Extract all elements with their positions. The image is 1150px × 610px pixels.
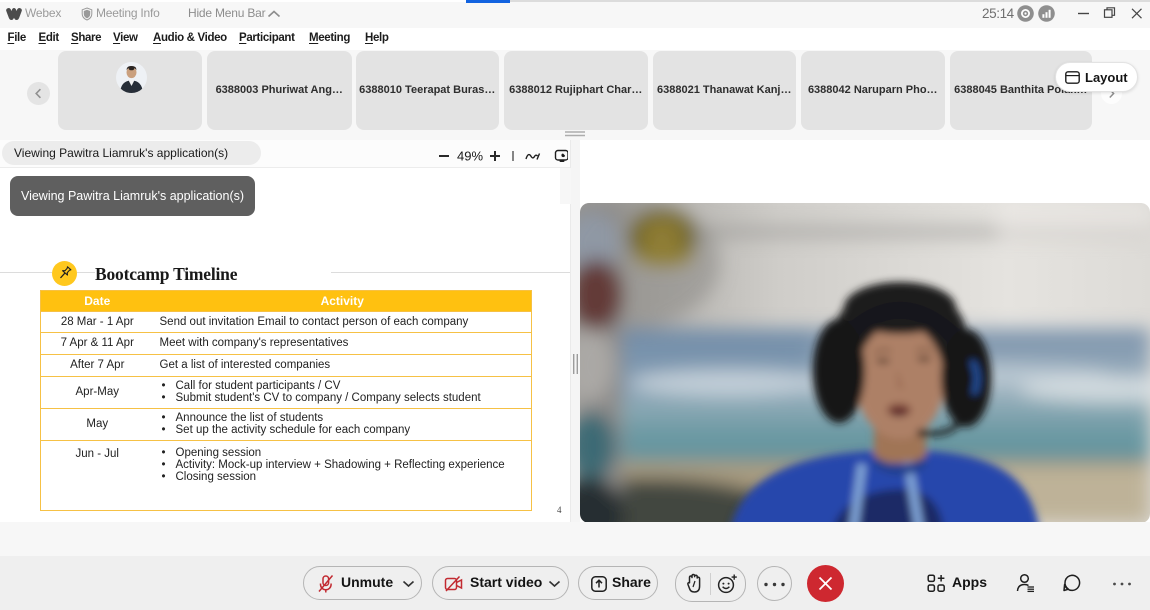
svg-text:49%: 49% bbox=[457, 149, 483, 164]
